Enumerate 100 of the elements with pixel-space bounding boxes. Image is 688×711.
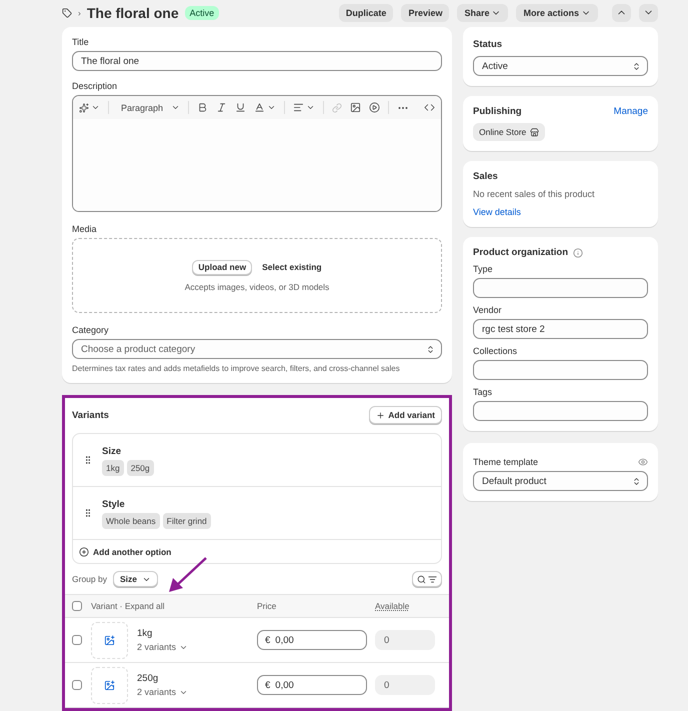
- group-by-select[interactable]: Size: [112, 571, 158, 587]
- field-label: Vendor: [473, 305, 503, 315]
- chevron-up-down-icon: [426, 344, 435, 354]
- plus-icon: [376, 410, 386, 420]
- italic-icon: [216, 102, 228, 113]
- image-icon: [350, 102, 362, 113]
- manage-link[interactable]: Manage: [614, 106, 648, 117]
- drag-handle-icon: [83, 508, 93, 518]
- plus-circle-icon: [79, 546, 89, 556]
- select-all-checkbox[interactable]: [72, 601, 82, 611]
- field-label: Type: [473, 264, 494, 274]
- action-button[interactable]: Duplicate: [338, 4, 394, 22]
- option-value: Whole beans: [102, 513, 160, 529]
- media-dropzone[interactable]: Upload new Select existing Accepts images, videos, or 3D models: [72, 238, 442, 313]
- action-button[interactable]: More actions: [516, 4, 598, 22]
- field-label: Collections: [473, 346, 518, 356]
- organization-field[interactable]: [473, 360, 648, 380]
- underline-icon: [235, 102, 246, 113]
- chevron-down-icon: [306, 103, 316, 112]
- media-hint: Accepts images, videos, or 3D models: [184, 282, 330, 292]
- store-icon: [530, 128, 540, 136]
- field-label: Media: [72, 224, 98, 234]
- field-label: Description: [72, 81, 118, 91]
- filter-icon: [428, 574, 437, 584]
- italic-button[interactable]: [216, 102, 228, 113]
- status-select[interactable]: Active: [473, 56, 648, 76]
- variant-count-toggle[interactable]: 2 variants: [137, 642, 188, 652]
- image-plus-icon: [104, 634, 115, 646]
- drag-handle-icon: [83, 455, 93, 465]
- organization-field[interactable]: [473, 401, 648, 421]
- chevron-down-icon: [267, 103, 276, 112]
- image-button[interactable]: [350, 102, 362, 113]
- text-color-button[interactable]: [254, 102, 276, 113]
- code-icon: [424, 102, 435, 113]
- bold-icon: [197, 102, 208, 113]
- paragraph-select[interactable]: Paragraph: [121, 102, 180, 112]
- option-value: Filter grind: [162, 513, 211, 529]
- channel-name: Online Store: [479, 127, 526, 137]
- theme-select[interactable]: Default product: [473, 471, 648, 491]
- organization-field[interactable]: rgc test store 2: [473, 319, 648, 339]
- add-image-button[interactable]: [91, 666, 128, 704]
- option-name: Style: [102, 499, 126, 510]
- card-title: Status: [473, 39, 504, 50]
- description-editor[interactable]: Paragraph: [72, 95, 442, 212]
- bold-button[interactable]: [197, 102, 208, 113]
- price-field[interactable]: € 0,00: [257, 675, 367, 695]
- search-filter-button[interactable]: [412, 571, 442, 587]
- category-select[interactable]: Choose a product category: [72, 339, 442, 359]
- variant-name: 250g: [137, 673, 160, 684]
- column-header: Price: [257, 601, 278, 611]
- search-icon: [417, 574, 426, 584]
- organization-field[interactable]: [473, 278, 648, 298]
- align-button[interactable]: [293, 102, 316, 113]
- eye-icon: [638, 457, 648, 467]
- code-button[interactable]: [424, 102, 435, 113]
- sparkles-icon: [79, 102, 89, 112]
- group-by-label: Group by: [72, 574, 107, 584]
- field-label: Title: [72, 37, 90, 47]
- image-plus-icon: [104, 680, 115, 690]
- option-name: Size: [102, 446, 122, 457]
- chevron-up-down-icon: [632, 476, 641, 486]
- variant-name: 1kg: [137, 628, 154, 639]
- chevron-up-down-icon: [632, 62, 641, 70]
- chevron-down-icon: [171, 103, 180, 112]
- variant-count-toggle[interactable]: 2 variants: [137, 687, 188, 697]
- page-title: The floral one: [86, 4, 179, 20]
- card-title: Product organization: [473, 247, 568, 258]
- chevron-down-icon: [91, 103, 100, 112]
- tag-icon: [62, 8, 72, 18]
- status-badge: Active: [184, 6, 220, 20]
- card-title: Sales: [473, 171, 499, 182]
- select-existing-button[interactable]: Select existing: [262, 262, 322, 272]
- action-button[interactable]: Preview: [401, 4, 450, 22]
- add-option-button[interactable]: Add another option: [73, 540, 441, 563]
- price-field[interactable]: € 0,00: [257, 630, 367, 650]
- ai-button[interactable]: [79, 102, 100, 112]
- sales-text: No recent sales of this product: [473, 189, 596, 199]
- column-header: Available: [375, 601, 410, 611]
- add-variant-button[interactable]: Add variant: [369, 406, 442, 424]
- upload-button[interactable]: Upload new: [192, 260, 252, 274]
- add-image-button[interactable]: [91, 622, 128, 658]
- card-title: Publishing: [473, 106, 522, 117]
- card-title: Variants: [72, 410, 109, 420]
- title-field[interactable]: The floral one: [72, 51, 442, 71]
- action-button[interactable]: Share: [457, 4, 508, 22]
- field-label: Tags: [473, 387, 494, 397]
- column-header: Variant · Expand all: [90, 601, 166, 611]
- link-icon: [332, 102, 342, 112]
- option-value: 1kg: [102, 460, 124, 476]
- option-value: 250g: [126, 460, 154, 476]
- underline-button[interactable]: [235, 102, 246, 113]
- field-label: Theme template: [473, 457, 538, 467]
- row-checkbox[interactable]: [72, 680, 82, 690]
- video-button[interactable]: [369, 102, 380, 113]
- field-label: Category: [72, 325, 110, 335]
- info-icon: [573, 248, 583, 258]
- align-left-icon: [293, 102, 304, 113]
- text-color-icon: [254, 102, 266, 113]
- view-details-link[interactable]: View details: [473, 207, 648, 217]
- row-checkbox[interactable]: [72, 635, 82, 645]
